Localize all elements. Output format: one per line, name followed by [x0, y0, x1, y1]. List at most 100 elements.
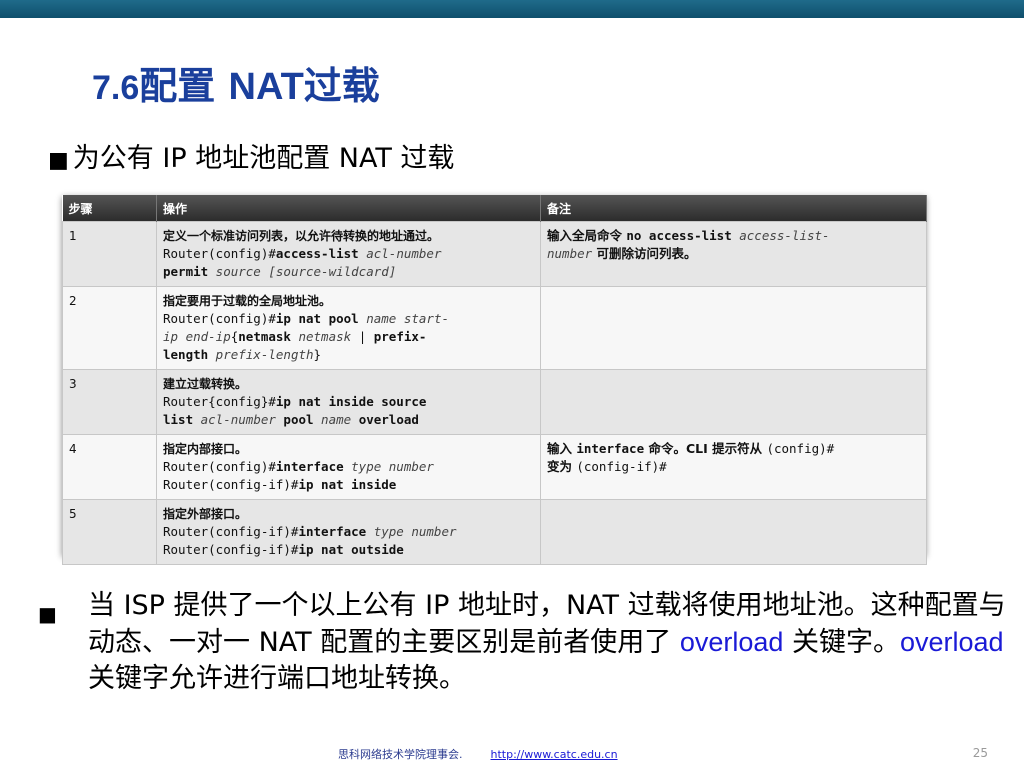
- command-line: list acl-number pool name overload: [163, 411, 534, 429]
- operation-cell: 定义一个标准访问列表，以允许待转换的地址通过。 Router(config)#ac…: [156, 221, 541, 287]
- text-segment: Router(config-if)#: [163, 542, 299, 557]
- subtitle: ■ 为公有 IP 地址池配置 NAT 过载: [48, 136, 454, 175]
- step-cell: 4: [62, 434, 157, 500]
- text-segment: Router(config)#: [163, 311, 276, 326]
- step-cell: 5: [62, 499, 157, 565]
- slide-title: 7.6配置 NAT过载: [92, 55, 380, 110]
- title-text-nat: NAT: [228, 66, 304, 108]
- text-segment: 输入: [547, 441, 577, 456]
- command-line: Router(config-if)#ip nat inside: [163, 476, 534, 494]
- operation-cell: 指定要用于过载的全局地址池。 Router(config)#ip nat pool…: [156, 286, 541, 370]
- text-segment: 命令。CLI 提示符从: [644, 441, 767, 456]
- body-paragraph: ■ 当 ISP 提供了一个以上公有 IP 地址时，NAT 过载将使用地址池。这种…: [38, 588, 1008, 697]
- operation-description: 定义一个标准访问列表，以允许待转换的地址通过。: [163, 229, 440, 243]
- command-line: Router(config-if)#ip nat outside: [163, 541, 534, 559]
- text-segment: overload: [351, 412, 419, 427]
- header-note: 备注: [540, 195, 927, 222]
- command-line: 变为 (config-if)#: [547, 458, 920, 476]
- command-line: 输入 interface 命令。CLI 提示符从 (config)#: [547, 440, 920, 458]
- table-row: 5 指定外部接口。 Router(config-if)#interface type…: [62, 499, 927, 565]
- square-bullet-icon: ■: [48, 148, 69, 173]
- title-text-cn2: 过载: [303, 64, 380, 108]
- footer-org: 思科网络技术学院理事会.: [338, 748, 463, 761]
- text-segment: access-list: [275, 246, 359, 261]
- text-segment: Router{config}#: [163, 394, 276, 409]
- note-cell: [540, 499, 927, 565]
- step-cell: 2: [62, 286, 157, 370]
- text-segment: acl-number: [193, 412, 284, 427]
- text-segment: interface: [298, 524, 367, 539]
- text-segment: list: [163, 412, 194, 427]
- title-text-cn: 配置: [139, 64, 229, 108]
- text-segment: Router(config-if)#: [163, 477, 299, 492]
- body-text: 当 ISP 提供了一个以上公有 IP 地址时，NAT 过载将使用地址池。这种配置…: [88, 588, 1008, 697]
- operation-description: 指定内部接口。: [163, 442, 248, 456]
- page-number: 25: [972, 746, 988, 760]
- footer: 思科网络技术学院理事会. http://www.catc.edu.cn: [338, 746, 618, 762]
- header-step: 步骤: [62, 195, 157, 222]
- operation-cell: 指定内部接口。 Router(config)#interface type num…: [156, 434, 541, 500]
- command-line: ip end-ip{netmask netmask | prefix-: [163, 328, 534, 346]
- text-segment: name start-: [358, 311, 449, 326]
- text-segment: ip end-ip: [163, 329, 231, 344]
- text-segment: pool: [283, 412, 314, 427]
- table-header-row: 步骤 操作 备注: [62, 195, 927, 222]
- body-text-part3: 关键字允许进行端口地址转换。: [88, 663, 466, 694]
- table-row: 1 定义一个标准访问列表，以允许待转换的地址通过。 Router(config)#a…: [62, 221, 927, 287]
- text-segment: netmask: [290, 329, 352, 344]
- text-segment: 输入全局命令: [547, 228, 627, 243]
- text-segment: ip nat outside: [298, 542, 404, 557]
- text-segment: Router(config-if)#: [163, 524, 299, 539]
- keyword-overload: overload: [679, 627, 784, 657]
- text-segment: Router(config)#: [163, 459, 276, 474]
- text-segment: length: [163, 347, 209, 362]
- command-line: number 可删除访问列表。: [547, 245, 920, 263]
- text-segment: netmask: [238, 329, 291, 344]
- title-number: 7.6: [92, 69, 140, 107]
- table-row: 2 指定要用于过载的全局地址池。 Router(config)#ip nat poo…: [62, 286, 927, 370]
- command-line: permit source [source-wildcard]: [163, 263, 534, 281]
- text-segment: permit: [163, 264, 209, 279]
- text-segment: prefix-: [373, 329, 427, 344]
- command-line: 输入全局命令 no access-list access-list-: [547, 227, 920, 245]
- command-line: Router(config-if)#interface type number: [163, 523, 534, 541]
- text-segment: (config-if)#: [576, 459, 667, 474]
- step-cell: 3: [62, 369, 157, 435]
- command-line: length prefix-length}: [163, 346, 534, 364]
- header-operation: 操作: [156, 195, 541, 222]
- text-segment: access-list-: [731, 228, 830, 243]
- text-segment: interface: [275, 459, 344, 474]
- note-cell: 输入 interface 命令。CLI 提示符从 (config)# 变为 (co…: [540, 434, 927, 500]
- top-banner: [0, 0, 1024, 18]
- text-segment: ip nat inside source: [275, 394, 427, 409]
- footer-link[interactable]: http://www.catc.edu.cn: [491, 748, 618, 761]
- operation-description: 指定要用于过载的全局地址池。: [163, 294, 332, 308]
- table-row: 4 指定内部接口。 Router(config)#interface type nu…: [62, 434, 927, 500]
- keyword-overload: overload: [899, 627, 1004, 657]
- config-table-figure: 步骤 操作 备注 1 定义一个标准访问列表，以允许待转换的地址通过。 Router(…: [62, 195, 927, 565]
- note-cell: [540, 369, 927, 435]
- text-segment: 可删除访问列表。: [592, 246, 697, 261]
- subtitle-text: 为公有 IP 地址池配置 NAT 过载: [72, 143, 455, 174]
- text-segment: source [source-wildcard]: [208, 264, 397, 279]
- text-segment: acl-number: [358, 246, 442, 261]
- text-segment: name: [313, 412, 352, 427]
- text-segment: ip nat inside: [298, 477, 397, 492]
- text-segment: }: [313, 347, 322, 362]
- text-segment: ip nat pool: [275, 311, 359, 326]
- operation-cell: 建立过载转换。 Router{config}#ip nat inside sour…: [156, 369, 541, 435]
- table-body: 1 定义一个标准访问列表，以允许待转换的地址通过。 Router(config)#a…: [62, 221, 927, 565]
- square-bullet-icon: ■: [38, 602, 57, 626]
- text-segment: number: [547, 246, 593, 261]
- config-table: 步骤 操作 备注 1 定义一个标准访问列表，以允许待转换的地址通过。 Router(…: [62, 195, 927, 565]
- operation-description: 建立过载转换。: [163, 377, 248, 391]
- text-segment: type number: [366, 524, 457, 539]
- operation-cell: 指定外部接口。 Router(config-if)#interface type …: [156, 499, 541, 565]
- command-line: Router(config)#interface type number: [163, 458, 534, 476]
- note-cell: 输入全局命令 no access-list access-list-number…: [540, 221, 927, 287]
- text-segment: interface: [576, 441, 645, 456]
- text-segment: 变为: [547, 459, 577, 474]
- text-segment: prefix-length: [208, 347, 314, 362]
- text-segment: Router(config)#: [163, 246, 276, 261]
- text-segment: (config)#: [766, 441, 835, 456]
